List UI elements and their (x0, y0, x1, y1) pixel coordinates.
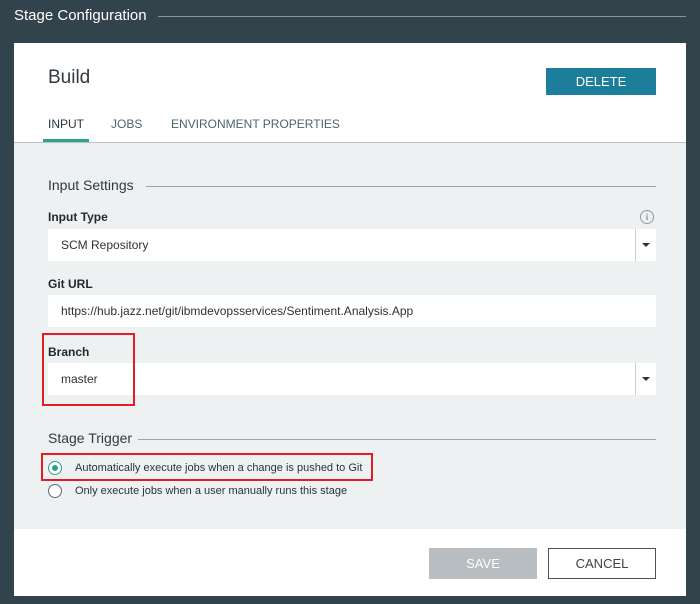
git-url-label: Git URL (48, 277, 93, 291)
stage-trigger-divider (138, 439, 656, 440)
git-url-value: https://hub.jazz.net/git/ibmdevopsservic… (61, 304, 414, 318)
input-type-select[interactable]: SCM Repository (48, 229, 656, 261)
save-button[interactable]: SAVE (429, 548, 537, 579)
stage-config-dialog: Build DELETE INPUT JOBS ENVIRONMENT PROP… (14, 43, 686, 596)
dropdown-separator (635, 229, 636, 261)
radio-checked-icon[interactable] (48, 461, 62, 475)
branch-label: Branch (48, 345, 90, 359)
dialog-header: Build DELETE INPUT JOBS ENVIRONMENT PROP… (14, 43, 686, 143)
trigger-option-auto[interactable]: Automatically execute jobs when a change… (48, 459, 362, 477)
tab-jobs-label: JOBS (111, 117, 143, 131)
chevron-down-icon[interactable] (642, 243, 650, 247)
stage-trigger-title: Stage Trigger (48, 430, 133, 446)
title-divider (158, 16, 686, 17)
trigger-option-manual[interactable]: Only execute jobs when a user manually r… (48, 482, 347, 500)
tab-jobs[interactable]: JOBS (111, 117, 142, 131)
input-settings-divider (146, 186, 656, 187)
branch-select[interactable]: master (48, 363, 656, 395)
input-settings-title: Input Settings (48, 177, 134, 193)
tab-input-label: INPUT (48, 117, 84, 131)
git-url-field[interactable]: https://hub.jazz.net/git/ibmdevopsservic… (48, 295, 656, 327)
page-title: Build (48, 67, 91, 88)
window-title: Stage Configuration (14, 7, 147, 24)
trigger-option-manual-label: Only execute jobs when a user manually r… (75, 485, 348, 497)
tab-environment-properties-label: ENVIRONMENT PROPERTIES (171, 117, 340, 131)
dialog-footer: SAVE CANCEL (14, 529, 686, 596)
tab-environment-properties[interactable]: ENVIRONMENT PROPERTIES (171, 117, 340, 131)
cancel-button[interactable]: CANCEL (548, 548, 656, 579)
input-type-label: Input Type (48, 210, 108, 224)
delete-button[interactable]: DELETE (546, 68, 656, 95)
tab-input[interactable]: INPUT (43, 117, 89, 142)
chevron-down-icon[interactable] (642, 377, 650, 381)
dialog-body: Input Settings Input Type i SCM Reposito… (14, 143, 686, 529)
radio-unchecked-icon[interactable] (48, 484, 62, 498)
info-icon[interactable]: i (640, 210, 654, 224)
dropdown-separator (635, 363, 636, 395)
trigger-option-auto-label: Automatically execute jobs when a change… (75, 462, 363, 474)
input-type-value: SCM Repository (61, 238, 149, 252)
branch-value: master (61, 372, 98, 386)
